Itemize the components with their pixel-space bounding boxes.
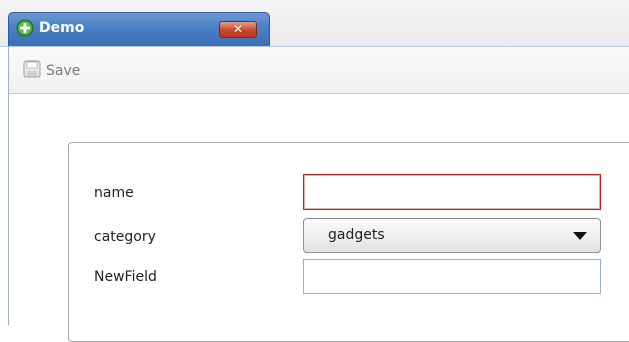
- add-circle-icon: [16, 19, 34, 37]
- toolbar: Save: [9, 47, 629, 94]
- floppy-disk-icon: [23, 60, 41, 82]
- newfield-label: NewField: [94, 269, 157, 285]
- category-select[interactable]: gadgets: [303, 218, 601, 253]
- newfield-field[interactable]: [303, 259, 601, 294]
- tab-demo[interactable]: Demo ✕: [8, 12, 270, 46]
- close-tab-button[interactable]: ✕: [219, 21, 257, 38]
- tab-strip: Demo ✕: [0, 0, 629, 47]
- category-label: category: [94, 229, 156, 245]
- name-label: name: [94, 185, 134, 201]
- save-label: Save: [46, 63, 81, 79]
- name-field[interactable]: [303, 174, 601, 210]
- category-selected-value: gadgets: [328, 227, 385, 243]
- close-icon: ✕: [232, 22, 244, 36]
- save-button[interactable]: Save: [23, 60, 81, 82]
- tab-title: Demo: [39, 20, 85, 36]
- chevron-down-icon: [573, 232, 587, 240]
